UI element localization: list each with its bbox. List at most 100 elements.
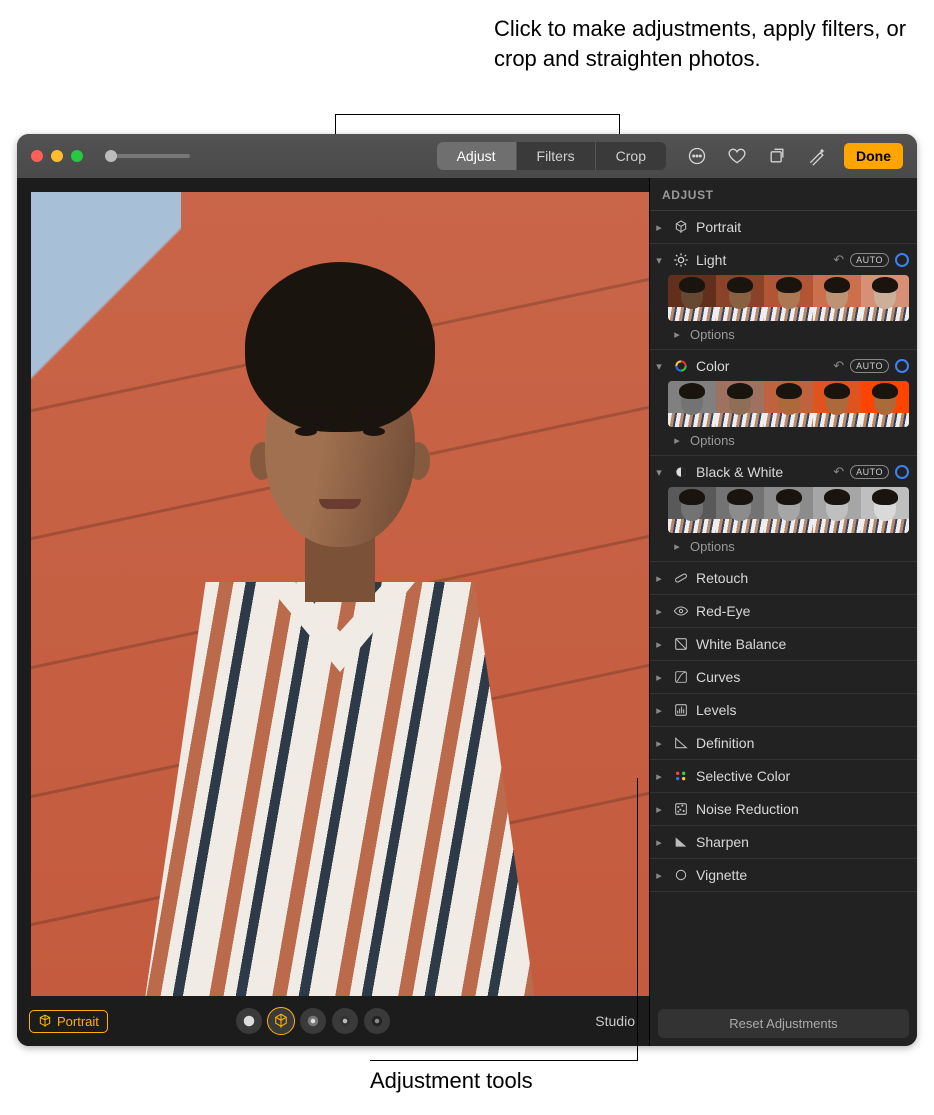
edit-mode-tabs: Adjust Filters Crop xyxy=(437,142,666,170)
options-label: Options xyxy=(690,327,735,342)
window-close-button[interactable] xyxy=(31,150,43,162)
chevron-right-icon: ▸ xyxy=(652,221,666,234)
undo-icon[interactable]: ↶ xyxy=(833,464,844,480)
row-label: Noise Reduction xyxy=(696,801,799,817)
auto-button[interactable]: AUTO xyxy=(850,359,889,373)
row-definition[interactable]: ▸ Definition xyxy=(650,727,917,760)
toggle-ring[interactable] xyxy=(895,465,909,479)
more-icon[interactable] xyxy=(684,143,710,169)
row-label: Red-Eye xyxy=(696,603,750,619)
chevron-right-icon: ▸ xyxy=(652,572,666,585)
traffic-lights xyxy=(31,150,83,162)
row-label: Selective Color xyxy=(696,768,790,784)
sharpen-icon xyxy=(672,833,690,851)
callout-top: Click to make adjustments, apply filters… xyxy=(494,14,934,73)
chevron-down-icon: ▾ xyxy=(652,360,666,373)
rotate-icon[interactable] xyxy=(764,143,790,169)
chevron-right-icon: ▸ xyxy=(652,671,666,684)
circle-icon xyxy=(672,866,690,884)
halfmoon-icon xyxy=(672,463,690,481)
chevron-right-icon: ▸ xyxy=(670,328,684,341)
photo-canvas-area: Portrait Studio xyxy=(17,178,649,1046)
row-retouch[interactable]: ▸ Retouch xyxy=(650,562,917,595)
toolbar-right: Done xyxy=(684,143,903,169)
tab-adjust[interactable]: Adjust xyxy=(437,142,516,170)
levels-icon xyxy=(672,701,690,719)
row-redeye[interactable]: ▸ Red-Eye xyxy=(650,595,917,628)
row-sharpen[interactable]: ▸ Sharpen xyxy=(650,826,917,859)
row-levels[interactable]: ▸ Levels xyxy=(650,694,917,727)
window-zoom-button[interactable] xyxy=(71,150,83,162)
chevron-down-icon: ▾ xyxy=(652,466,666,479)
enhance-icon[interactable] xyxy=(804,143,830,169)
options-toggle[interactable]: ▸ Options xyxy=(652,325,909,342)
row-label: Levels xyxy=(696,702,736,718)
done-button[interactable]: Done xyxy=(844,143,903,169)
lighting-stage-mono[interactable] xyxy=(364,1008,390,1034)
undo-icon[interactable]: ↶ xyxy=(833,252,844,268)
row-label: Vignette xyxy=(696,867,747,883)
zoom-slider[interactable] xyxy=(105,154,190,158)
row-portrait[interactable]: ▸ Portrait xyxy=(650,211,917,244)
chevron-right-icon: ▸ xyxy=(652,803,666,816)
sidebar-title: ADJUST xyxy=(650,178,917,211)
chevron-right-icon: ▸ xyxy=(652,605,666,618)
chevron-right-icon: ▸ xyxy=(652,836,666,849)
cube-icon xyxy=(38,1014,52,1028)
row-color[interactable]: ▾ Color ↶ AUTO xyxy=(650,350,917,456)
lighting-natural[interactable] xyxy=(236,1008,262,1034)
row-label: Light xyxy=(696,252,726,268)
row-label: Curves xyxy=(696,669,740,685)
chevron-down-icon: ▾ xyxy=(652,254,666,267)
undo-icon[interactable]: ↶ xyxy=(833,358,844,374)
chevron-right-icon: ▸ xyxy=(652,770,666,783)
chevron-right-icon: ▸ xyxy=(652,737,666,750)
row-label: Black & White xyxy=(696,464,783,480)
row-label: Retouch xyxy=(696,570,748,586)
options-toggle[interactable]: ▸ Options xyxy=(652,431,909,448)
triangle-icon xyxy=(672,734,690,752)
lighting-studio[interactable] xyxy=(268,1008,294,1034)
lighting-contour[interactable] xyxy=(300,1008,326,1034)
curves-icon xyxy=(672,668,690,686)
chevron-right-icon: ▸ xyxy=(652,638,666,651)
auto-button[interactable]: AUTO xyxy=(850,465,889,479)
portrait-badge[interactable]: Portrait xyxy=(29,1010,108,1033)
reset-adjustments-button[interactable]: Reset Adjustments xyxy=(658,1009,909,1038)
callout-line-bottom-hz xyxy=(370,1060,638,1061)
lighting-stage[interactable] xyxy=(332,1008,358,1034)
chevron-right-icon: ▸ xyxy=(652,704,666,717)
tab-crop[interactable]: Crop xyxy=(595,142,666,170)
row-label: Color xyxy=(696,358,729,374)
color-thumbs[interactable] xyxy=(668,381,909,427)
portrait-lighting-presets xyxy=(236,1008,390,1034)
tab-filters[interactable]: Filters xyxy=(516,142,595,170)
toggle-ring[interactable] xyxy=(895,253,909,267)
cube-icon xyxy=(672,218,690,236)
options-label: Options xyxy=(690,433,735,448)
row-selcolor[interactable]: ▸ Selective Color xyxy=(650,760,917,793)
row-curves[interactable]: ▸ Curves xyxy=(650,661,917,694)
adjust-sidebar: ADJUST ▸ Portrait ▾ Light xyxy=(649,178,917,1046)
options-toggle[interactable]: ▸ Options xyxy=(652,537,909,554)
row-vignette[interactable]: ▸ Vignette xyxy=(650,859,917,892)
auto-button[interactable]: AUTO xyxy=(850,253,889,267)
eye-icon xyxy=(672,602,690,620)
toggle-ring[interactable] xyxy=(895,359,909,373)
row-light[interactable]: ▾ Light ↶ AUTO xyxy=(650,244,917,350)
callout-bottom: Adjustment tools xyxy=(370,1068,533,1094)
row-wb[interactable]: ▸ White Balance xyxy=(650,628,917,661)
chevron-right-icon: ▸ xyxy=(652,869,666,882)
photo-preview[interactable] xyxy=(31,192,649,996)
color-wheel-icon xyxy=(672,357,690,375)
window-minimize-button[interactable] xyxy=(51,150,63,162)
light-thumbs[interactable] xyxy=(668,275,909,321)
bw-thumbs[interactable] xyxy=(668,487,909,533)
callout-line-top xyxy=(335,114,620,134)
zoom-slider-knob[interactable] xyxy=(105,150,117,162)
favorite-icon[interactable] xyxy=(724,143,750,169)
row-noise[interactable]: ▸ Noise Reduction xyxy=(650,793,917,826)
bandaid-icon xyxy=(672,569,690,587)
row-bw[interactable]: ▾ Black & White ↶ AUTO xyxy=(650,456,917,562)
canvas-footer: Portrait Studio xyxy=(17,996,649,1046)
